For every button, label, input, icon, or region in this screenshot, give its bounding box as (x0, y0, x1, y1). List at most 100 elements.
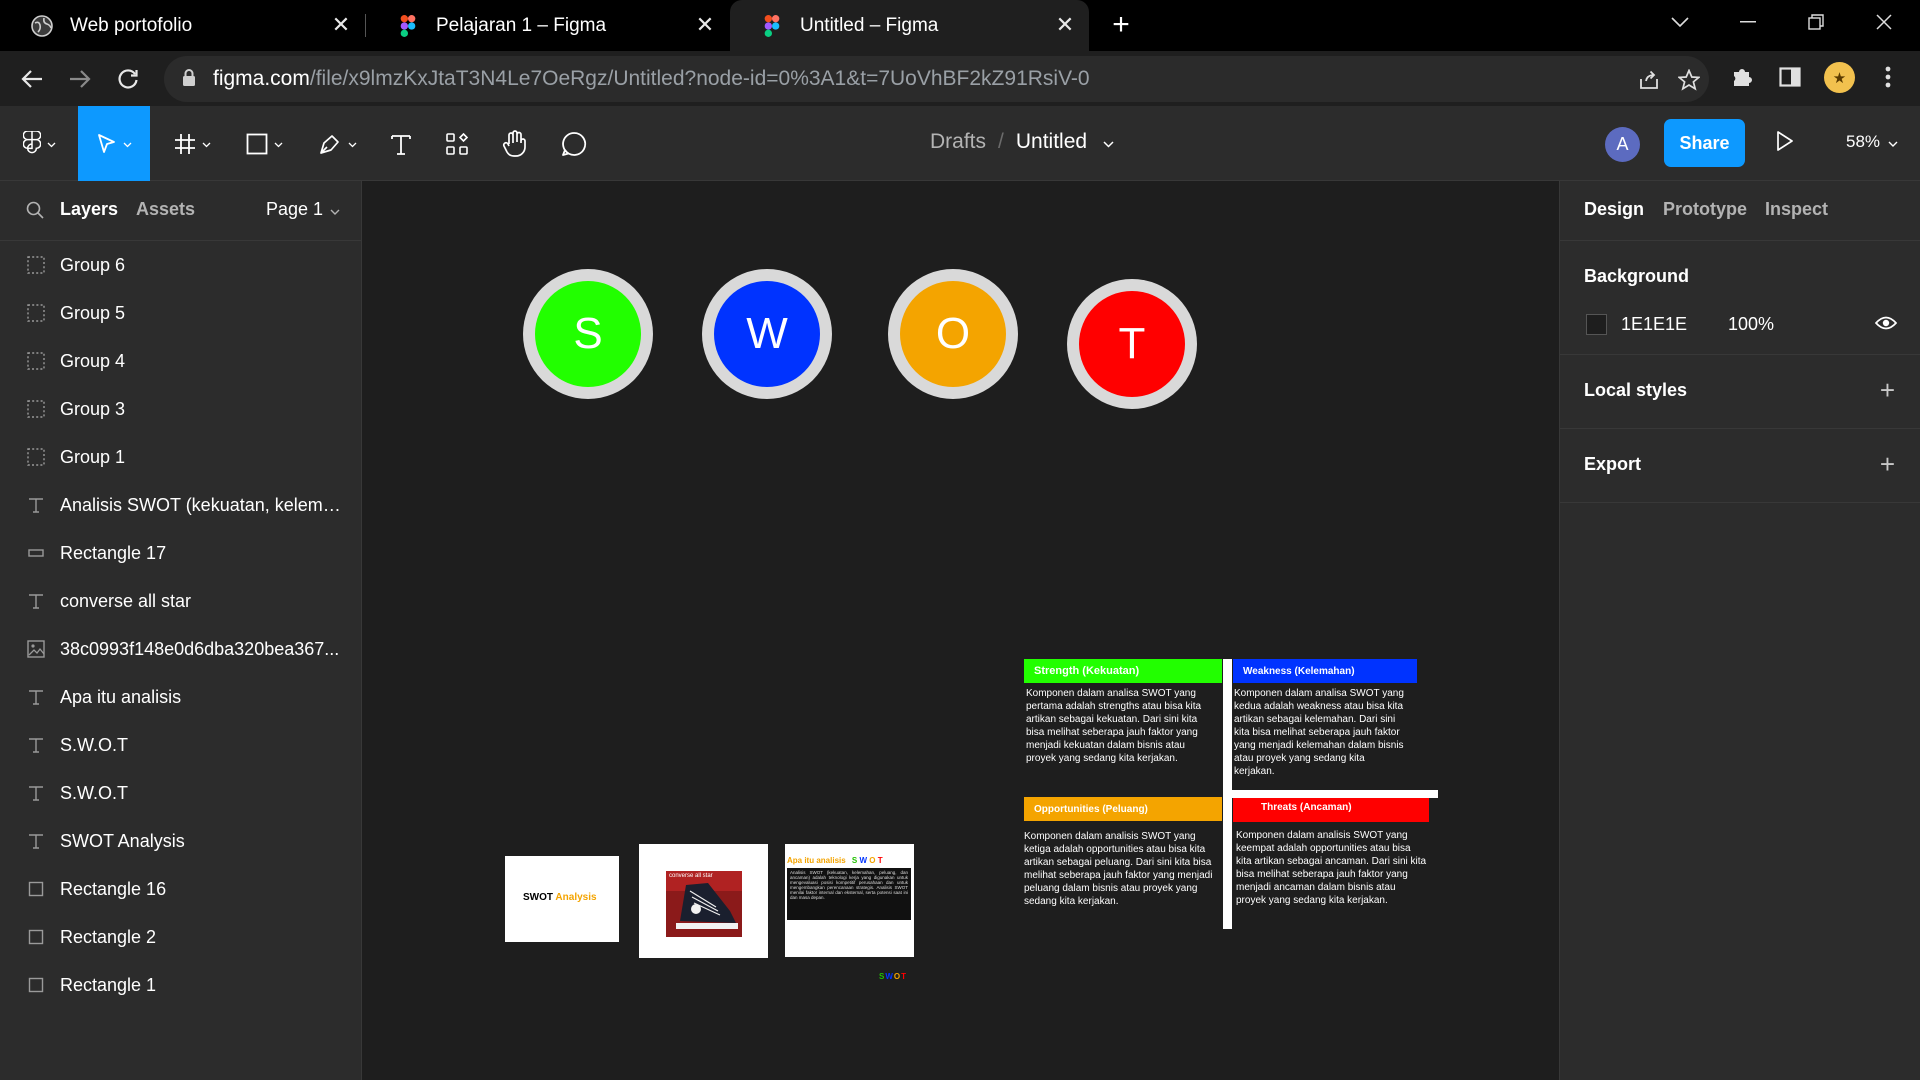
file-name[interactable]: Untitled (1016, 130, 1087, 153)
swot-circle-fill: T (1079, 291, 1185, 397)
close-tab-icon[interactable]: ✕ (1053, 12, 1077, 37)
text-icon (26, 687, 46, 707)
layer-name: S.W.O.T (60, 782, 129, 803)
hand-tool[interactable] (492, 106, 538, 181)
add-local-style-plus-icon[interactable]: + (1880, 377, 1895, 403)
browser-tab-pelajaran[interactable]: Pelajaran 1 – Figma ✕ (366, 0, 729, 51)
lock-icon[interactable] (182, 69, 196, 92)
rectangle-icon (26, 543, 46, 563)
layer-name: converse all star (60, 590, 192, 611)
user-avatar[interactable]: A (1605, 127, 1640, 162)
reload-icon[interactable] (110, 61, 146, 97)
text-tool[interactable] (378, 106, 424, 181)
text-icon (26, 735, 46, 755)
pen-tool[interactable] (306, 106, 368, 181)
layer-item[interactable]: Rectangle 2 (0, 913, 362, 961)
close-tab-icon[interactable]: ✕ (329, 12, 353, 37)
swot-circle-w[interactable]: W (702, 269, 832, 399)
zoom-control[interactable]: 58% (1846, 132, 1898, 152)
address-bar[interactable]: figma.com/file/x9lmzKxJtaT3N4Le7OeRgz/Un… (164, 56, 1709, 102)
profile-avatar-icon[interactable]: ★ (1824, 62, 1855, 93)
forward-arrow-icon[interactable] (62, 61, 98, 97)
frame-tool[interactable] (162, 106, 222, 181)
tab-assets[interactable]: Assets (136, 199, 195, 220)
tab-search-chevron-icon[interactable] (1652, 0, 1708, 44)
page-selector[interactable]: Page 1 (266, 199, 340, 220)
canvas[interactable]: S W O T SWOT Analysis converse all star … (362, 181, 1559, 1080)
layer-item[interactable]: Rectangle 1 (0, 961, 362, 1009)
local-styles-section: Local styles + (1560, 355, 1920, 429)
chevron-down-icon (330, 199, 340, 220)
layer-item[interactable]: S.W.O.T (0, 769, 362, 817)
frame-apa-itu[interactable]: Apa itu analisis S W O T Analisis SWOT (… (785, 844, 914, 957)
restore-icon[interactable] (1788, 0, 1844, 44)
present-play-icon[interactable] (1776, 130, 1794, 157)
close-tab-icon[interactable]: ✕ (693, 12, 717, 37)
side-panel-icon[interactable] (1774, 61, 1806, 93)
browser-tab-web-portofolio[interactable]: Web portofolio ✕ (0, 0, 365, 51)
browser-menu-kebab-icon[interactable] (1872, 61, 1904, 93)
layer-item[interactable]: Group 3 (0, 385, 362, 433)
layer-name: Rectangle 16 (60, 878, 167, 899)
bookmark-star-icon[interactable] (1675, 66, 1703, 94)
background-section: Background 1E1E1E 100% (1560, 241, 1920, 355)
window-close-icon[interactable] (1856, 0, 1912, 44)
tab-prototype[interactable]: Prototype (1663, 199, 1747, 220)
new-tab-plus-icon[interactable]: + (1105, 10, 1137, 42)
figma-favicon-icon (396, 14, 420, 38)
components-icon (446, 132, 469, 155)
resources-tool[interactable] (434, 106, 480, 181)
layer-item[interactable]: Rectangle 17 (0, 529, 362, 577)
add-export-plus-icon[interactable]: + (1880, 451, 1895, 477)
swot-circle-o[interactable]: O (888, 269, 1018, 399)
swot-quadrant-grid[interactable]: Strength (Kekuatan) Weakness (Kelemahan)… (1024, 659, 1438, 934)
layer-item[interactable]: Group 6 (0, 241, 362, 289)
layer-item[interactable]: Apa itu analisis (0, 673, 362, 721)
layer-item[interactable]: Group 4 (0, 337, 362, 385)
layer-item[interactable]: S.W.O.T (0, 721, 362, 769)
tab-design[interactable]: Design (1584, 199, 1644, 220)
shape-tool[interactable] (234, 106, 294, 181)
share-page-icon[interactable] (1635, 66, 1663, 94)
text-icon (26, 591, 46, 611)
layer-item[interactable]: Analisis SWOT (kekuatan, kelemah... (0, 481, 362, 529)
layer-item[interactable]: Rectangle 16 (0, 865, 362, 913)
breadcrumb-drafts[interactable]: Drafts (930, 130, 986, 153)
breadcrumb-separator: / (998, 130, 1004, 153)
tab-inspect[interactable]: Inspect (1765, 199, 1828, 220)
frame-converse[interactable]: converse all star (639, 844, 768, 958)
browser-tab-untitled[interactable]: Untitled – Figma ✕ (730, 0, 1089, 51)
swot-analysis-title: SWOT Analysis (523, 892, 597, 903)
comment-tool[interactable] (551, 106, 597, 181)
quadrant-divider-horizontal (1223, 790, 1438, 798)
back-arrow-icon[interactable] (14, 61, 50, 97)
layer-item[interactable]: Group 1 (0, 433, 362, 481)
eye-visibility-icon[interactable] (1874, 315, 1898, 336)
text-icon (26, 831, 46, 851)
browser-tab-title: Pelajaran 1 – Figma (436, 14, 607, 36)
url-text[interactable]: figma.com/file/x9lmzKxJtaT3N4Le7OeRgz/Un… (213, 67, 1090, 91)
background-opacity[interactable]: 100% (1728, 314, 1774, 335)
layer-name: Rectangle 1 (60, 974, 157, 995)
swot-circle-s[interactable]: S (523, 269, 653, 399)
background-hex[interactable]: 1E1E1E (1621, 314, 1687, 335)
background-color-swatch[interactable] (1586, 314, 1607, 335)
layer-item[interactable]: SWOT Analysis (0, 817, 362, 865)
file-menu-chevron-icon[interactable] (1103, 130, 1114, 153)
layer-item[interactable]: Group 5 (0, 289, 362, 337)
main-menu-figma-icon[interactable] (14, 106, 64, 181)
tab-layers[interactable]: Layers (60, 199, 118, 220)
extensions-puzzle-icon[interactable] (1726, 61, 1758, 93)
move-tool[interactable] (78, 106, 150, 181)
minimize-icon[interactable] (1720, 0, 1776, 44)
share-button[interactable]: Share (1664, 119, 1745, 167)
swot-circle-t[interactable]: T (1067, 279, 1197, 409)
frame-icon (26, 879, 46, 899)
search-icon[interactable] (26, 201, 44, 224)
layer-name: Rectangle 17 (60, 542, 167, 563)
layer-item[interactable]: 38c0993f148e0d6dba320bea367... (0, 625, 362, 673)
frame-swot-analysis[interactable]: SWOT Analysis (505, 856, 619, 942)
browser-tab-title: Untitled – Figma (800, 14, 939, 36)
layer-item[interactable]: converse all star (0, 577, 362, 625)
right-panel-tabs: Design Prototype Inspect (1560, 181, 1920, 241)
